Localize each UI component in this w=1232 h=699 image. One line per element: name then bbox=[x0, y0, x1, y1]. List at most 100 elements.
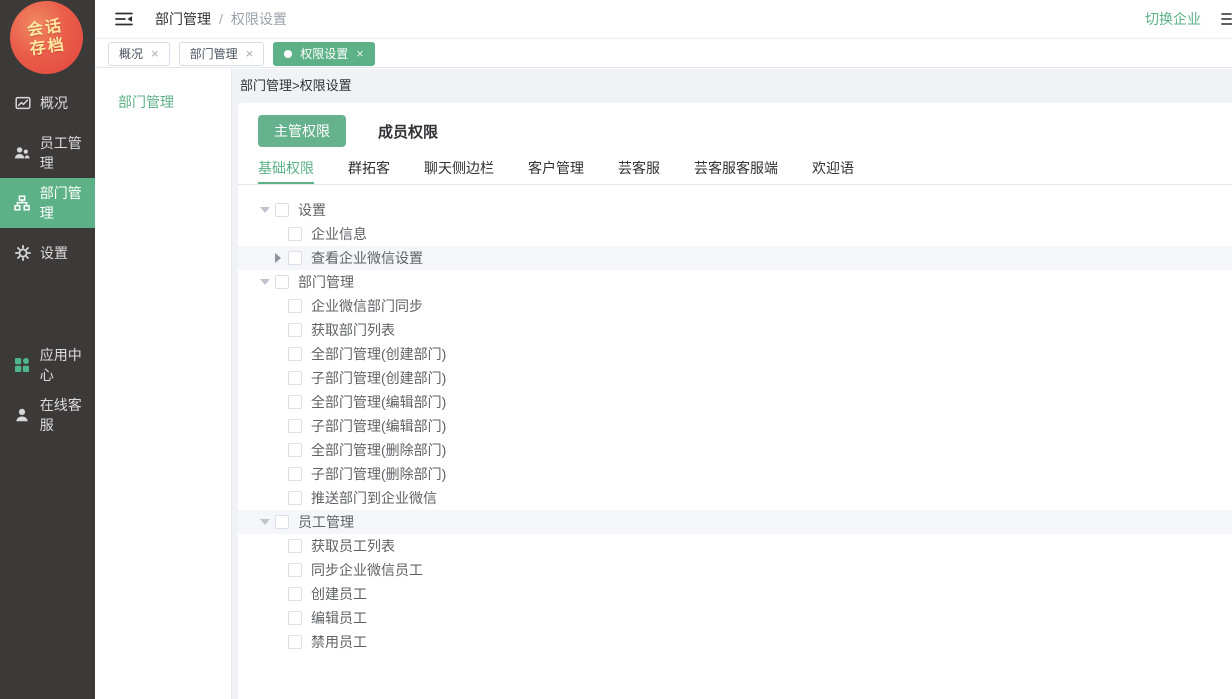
tree-checkbox[interactable] bbox=[288, 611, 302, 625]
tree-row[interactable]: 同步企业微信员工 bbox=[238, 558, 1232, 582]
caret-placeholder bbox=[268, 539, 288, 553]
tree-node-label[interactable]: 企业微信部门同步 bbox=[311, 296, 423, 316]
tree-row[interactable]: 全部门管理(创建部门) bbox=[238, 342, 1232, 366]
close-tab-icon[interactable]: × bbox=[151, 47, 159, 60]
tree-checkbox[interactable] bbox=[288, 323, 302, 337]
role-button-supervisor[interactable]: 主管权限 bbox=[258, 115, 346, 147]
tree-node-label[interactable]: 查看企业微信设置 bbox=[311, 248, 423, 268]
tree-row[interactable]: 创建员工 bbox=[238, 582, 1232, 606]
sidebar-item-label: 部门管理 bbox=[40, 183, 95, 223]
open-tab-1[interactable]: 概况× bbox=[108, 42, 170, 66]
tree-checkbox[interactable] bbox=[288, 539, 302, 553]
close-tab-icon[interactable]: × bbox=[246, 47, 254, 60]
tree-node-label[interactable]: 禁用员工 bbox=[311, 632, 367, 652]
caret-down-icon[interactable] bbox=[255, 203, 275, 217]
tree-node-label[interactable]: 子部门管理(编辑部门) bbox=[311, 416, 446, 436]
tree-row[interactable]: 企业微信部门同步 bbox=[238, 294, 1232, 318]
close-tab-icon[interactable]: × bbox=[356, 47, 364, 60]
caret-down-icon[interactable] bbox=[255, 515, 275, 529]
tree-checkbox[interactable] bbox=[288, 419, 302, 433]
tree-checkbox[interactable] bbox=[288, 635, 302, 649]
tree-row[interactable]: 员工管理 bbox=[238, 510, 1232, 534]
caret-placeholder bbox=[268, 635, 288, 649]
caret-placeholder bbox=[268, 299, 288, 313]
caret-placeholder bbox=[268, 611, 288, 625]
sidebar-item-chart[interactable]: 概况 bbox=[0, 78, 95, 128]
tree-node-label[interactable]: 企业信息 bbox=[311, 224, 367, 244]
tree-row[interactable]: 子部门管理(编辑部门) bbox=[238, 414, 1232, 438]
switch-company-link[interactable]: 切换企业 bbox=[1145, 9, 1201, 29]
tree-row[interactable]: 查看企业微信设置 bbox=[238, 246, 1232, 270]
clipped-menu-icon[interactable] bbox=[1221, 10, 1232, 28]
role-button-member[interactable]: 成员权限 bbox=[378, 121, 438, 142]
tree-node-label[interactable]: 创建员工 bbox=[311, 584, 367, 604]
breadcrumb-item-department[interactable]: 部门管理 bbox=[155, 9, 211, 29]
tree-checkbox[interactable] bbox=[288, 227, 302, 241]
tree-node-label[interactable]: 员工管理 bbox=[298, 512, 354, 532]
tree-row[interactable]: 部门管理 bbox=[238, 270, 1232, 294]
open-tab-3[interactable]: 权限设置× bbox=[273, 42, 375, 66]
tree-row[interactable]: 获取部门列表 bbox=[238, 318, 1232, 342]
tree-checkbox[interactable] bbox=[288, 371, 302, 385]
tree-checkbox[interactable] bbox=[288, 251, 302, 265]
menu-fold-icon[interactable] bbox=[115, 12, 133, 26]
app-logo[interactable]: 会话 存档 bbox=[5, 0, 87, 79]
tree-row[interactable]: 推送部门到企业微信 bbox=[238, 486, 1232, 510]
tree-row[interactable]: 获取员工列表 bbox=[238, 534, 1232, 558]
tree-node-label[interactable]: 获取员工列表 bbox=[311, 536, 395, 556]
tree-row[interactable]: 全部门管理(编辑部门) bbox=[238, 390, 1232, 414]
chart-icon bbox=[14, 95, 31, 112]
tree-node-label[interactable]: 子部门管理(创建部门) bbox=[311, 368, 446, 388]
perm-tab-5[interactable]: 芸客服 bbox=[618, 158, 660, 184]
primary-nav: 概况员工管理部门管理设置应用中心在线客服 bbox=[0, 78, 95, 440]
perm-tab-6[interactable]: 芸客服客服端 bbox=[694, 158, 778, 184]
tree-checkbox[interactable] bbox=[288, 395, 302, 409]
caret-placeholder bbox=[268, 323, 288, 337]
tree-checkbox[interactable] bbox=[288, 467, 302, 481]
sidebar-item-apps[interactable]: 应用中心 bbox=[0, 340, 95, 390]
open-tab-2[interactable]: 部门管理× bbox=[179, 42, 265, 66]
tree-checkbox[interactable] bbox=[288, 491, 302, 505]
tree-row[interactable]: 编辑员工 bbox=[238, 606, 1232, 630]
tree-row[interactable]: 子部门管理(删除部门) bbox=[238, 462, 1232, 486]
caret-right-icon[interactable] bbox=[268, 251, 288, 265]
tree-row[interactable]: 设置 bbox=[238, 198, 1232, 222]
tree-node-label[interactable]: 子部门管理(删除部门) bbox=[311, 464, 446, 484]
topbar-right: 切换企业 bbox=[1145, 9, 1232, 29]
sidebar-item-service[interactable]: 在线客服 bbox=[0, 390, 95, 440]
tree-node-label[interactable]: 获取部门列表 bbox=[311, 320, 395, 340]
tree-checkbox[interactable] bbox=[275, 515, 289, 529]
tree-row[interactable]: 全部门管理(删除部门) bbox=[238, 438, 1232, 462]
tree-checkbox[interactable] bbox=[288, 299, 302, 313]
tree-node-label[interactable]: 全部门管理(删除部门) bbox=[311, 440, 446, 460]
tree-checkbox[interactable] bbox=[288, 347, 302, 361]
tree-node-label[interactable]: 同步企业微信员工 bbox=[311, 560, 423, 580]
caret-placeholder bbox=[268, 467, 288, 481]
sidebar-item-label: 概况 bbox=[40, 93, 68, 113]
tree-node-label[interactable]: 编辑员工 bbox=[311, 608, 367, 628]
perm-tab-2[interactable]: 群拓客 bbox=[348, 158, 390, 184]
tree-node-label[interactable]: 推送部门到企业微信 bbox=[311, 488, 437, 508]
tree-node-label[interactable]: 设置 bbox=[298, 200, 326, 220]
tree-row[interactable]: 禁用员工 bbox=[238, 630, 1232, 654]
perm-tab-4[interactable]: 客户管理 bbox=[528, 158, 584, 184]
sidebar-item-org[interactable]: 部门管理 bbox=[0, 178, 95, 228]
tree-checkbox[interactable] bbox=[275, 275, 289, 289]
sidebar-item-users[interactable]: 员工管理 bbox=[0, 128, 95, 178]
perm-tab-3[interactable]: 聊天侧边栏 bbox=[424, 158, 494, 184]
tree-node-label[interactable]: 全部门管理(创建部门) bbox=[311, 344, 446, 364]
tree-checkbox[interactable] bbox=[288, 587, 302, 601]
tree-row[interactable]: 子部门管理(创建部门) bbox=[238, 366, 1232, 390]
tree-checkbox[interactable] bbox=[288, 443, 302, 457]
tree-node-label[interactable]: 部门管理 bbox=[298, 272, 354, 292]
tree-row[interactable]: 企业信息 bbox=[238, 222, 1232, 246]
caret-placeholder bbox=[268, 419, 288, 433]
caret-down-icon[interactable] bbox=[255, 275, 275, 289]
tree-checkbox[interactable] bbox=[288, 563, 302, 577]
submenu-item-department[interactable]: 部门管理 bbox=[95, 69, 231, 112]
perm-tab-1[interactable]: 基础权限 bbox=[258, 158, 314, 184]
sidebar-item-gear[interactable]: 设置 bbox=[0, 228, 95, 278]
tree-checkbox[interactable] bbox=[275, 203, 289, 217]
perm-tab-7[interactable]: 欢迎语 bbox=[812, 158, 854, 184]
tree-node-label[interactable]: 全部门管理(编辑部门) bbox=[311, 392, 446, 412]
